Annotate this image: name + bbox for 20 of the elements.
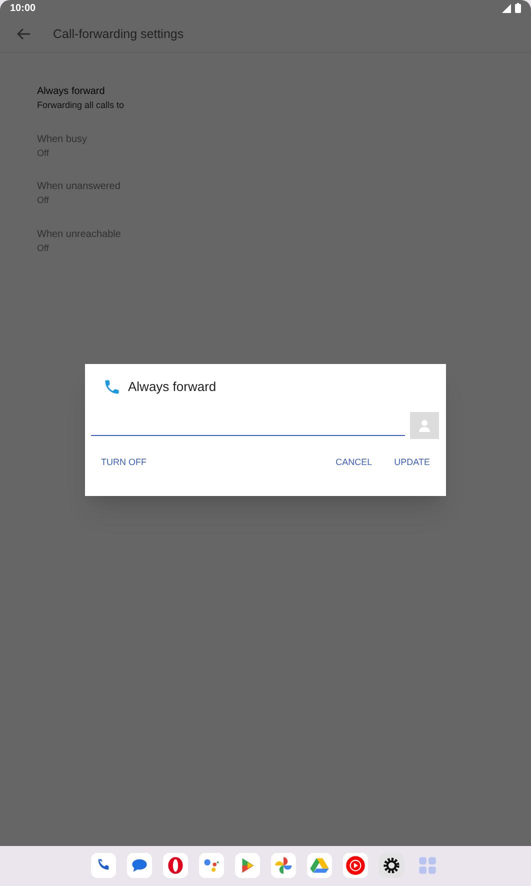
play-circle-icon[interactable] (343, 853, 368, 878)
signal-icon (502, 4, 511, 12)
setting-title[interactable]: Always forward (37, 84, 531, 99)
phone-icon[interactable] (91, 853, 116, 878)
back-arrow-icon[interactable] (17, 28, 31, 40)
dialog-button[interactable]: CANCEL (336, 456, 372, 469)
pinwheel-icon[interactable] (271, 853, 296, 878)
gear-icon[interactable] (379, 853, 404, 878)
dialog-button[interactable]: UPDATE (394, 456, 430, 469)
screen-title: Call-forwarding settings (53, 26, 184, 43)
status-time: 10:00 (10, 2, 36, 16)
setting-summary: Forwarding all calls to (37, 99, 126, 112)
dialog-button[interactable]: TURN OFF (101, 456, 146, 469)
person-icon (418, 418, 431, 432)
dots-icon[interactable] (199, 853, 224, 878)
battery-icon (515, 3, 521, 13)
phone-icon (103, 378, 121, 396)
dialog-title: Always forward (128, 378, 216, 396)
chat-bubble-icon[interactable] (127, 853, 152, 878)
letter-o-icon[interactable] (163, 853, 188, 878)
